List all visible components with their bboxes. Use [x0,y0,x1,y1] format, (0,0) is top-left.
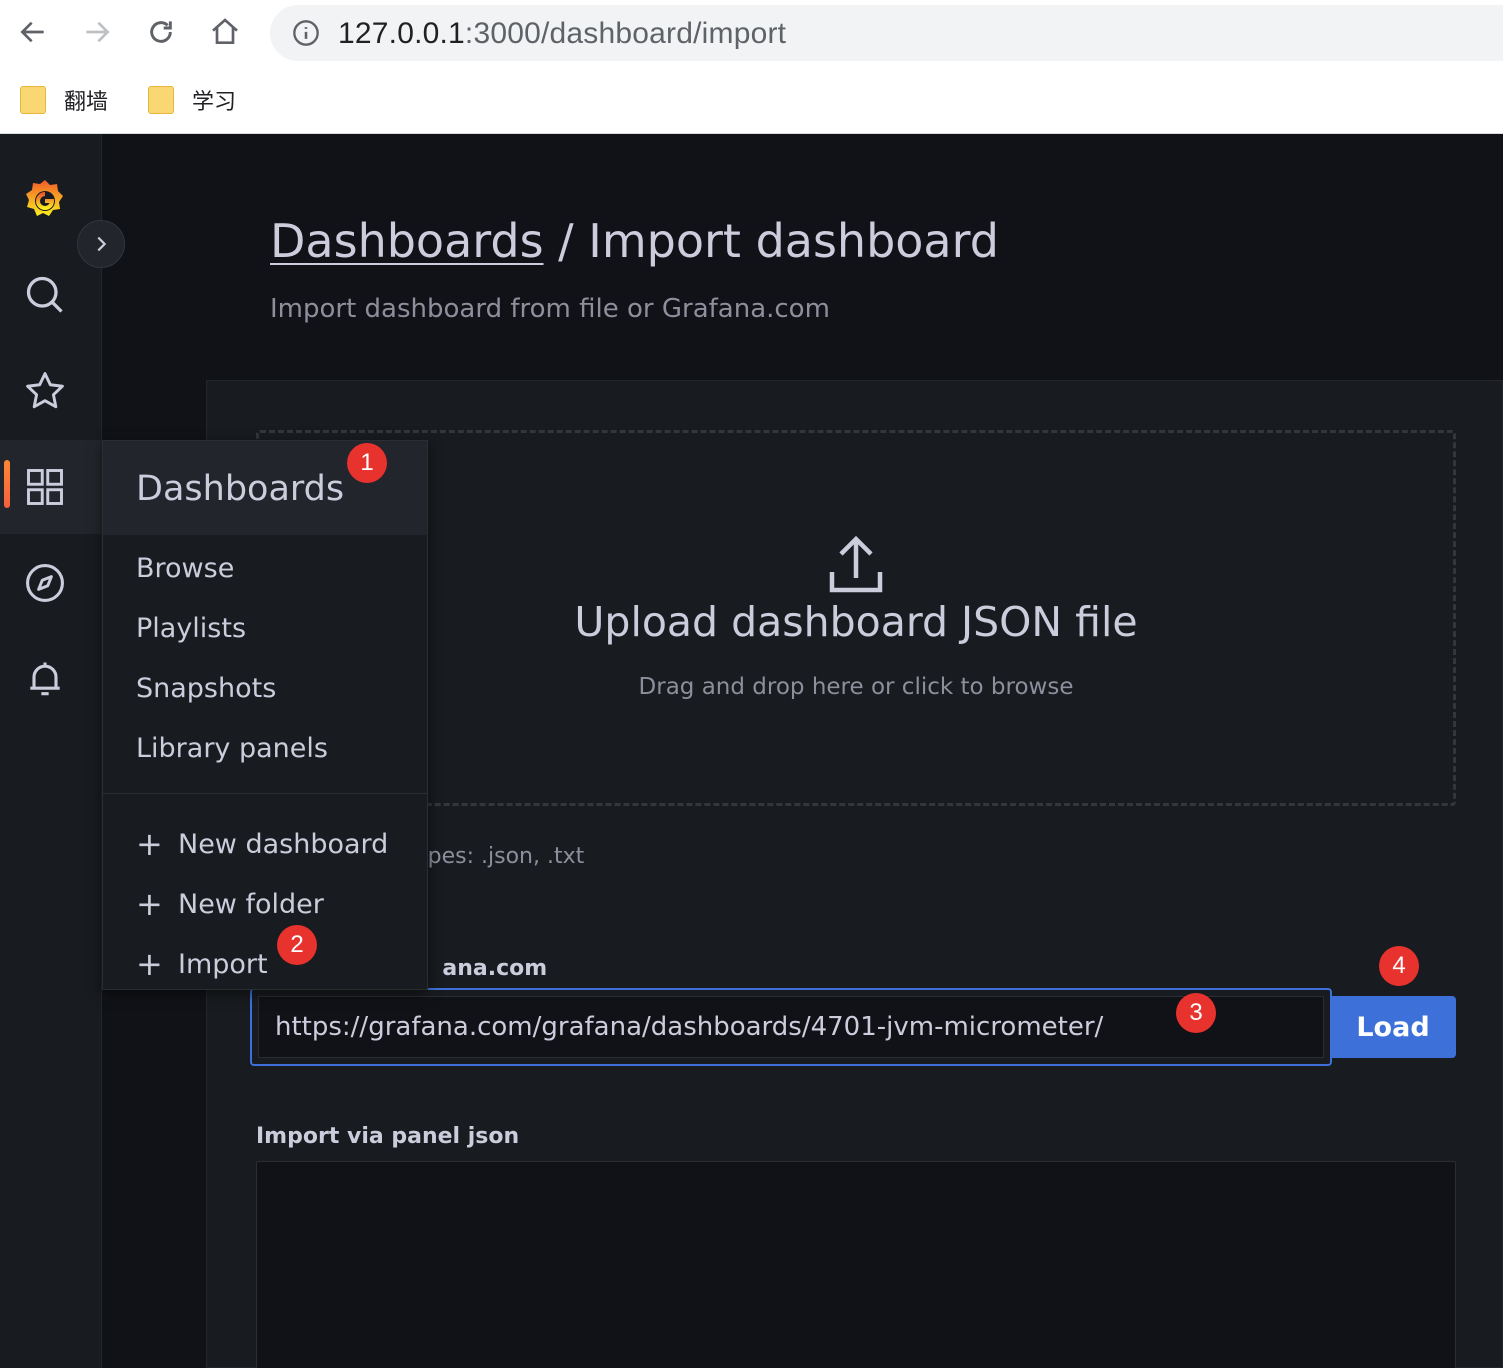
page-subtitle: Import dashboard from file or Grafana.co… [270,294,830,324]
grafana-com-url-input[interactable] [258,996,1324,1058]
panel-json-textarea[interactable] [256,1161,1456,1368]
browser-toolbar: 127.0.0.1:3000/dashboard/import [0,0,1503,66]
step-badge-3: 3 [1176,993,1216,1033]
star-icon [26,372,64,409]
step-badge-1: 1 [347,443,387,483]
bookmark-label: 翻墙 [64,90,109,115]
bookmark-label: 学习 [192,90,237,115]
breadcrumb-separator: / [543,214,589,268]
alerting-nav[interactable] [0,649,90,709]
home-button[interactable] [205,12,245,52]
compass-icon [26,564,64,602]
upload-title: Upload dashboard JSON file [574,598,1138,646]
dashboards-menu: Dashboards Browse Playlists Snapshots Li… [102,440,428,990]
menu-item-new-dashboard[interactable]: + New dashboard [136,825,388,863]
menu-item-label: Import [178,949,268,980]
back-button[interactable] [13,12,53,52]
url-host: 127.0.0.1 [338,17,465,50]
menu-divider [103,793,427,794]
menu-item-label: New dashboard [178,829,389,860]
plus-icon: + [136,885,163,923]
forward-button[interactable] [77,12,117,52]
menu-item-playlists[interactable]: Playlists [136,613,246,644]
forward-arrow-icon [86,21,110,43]
bookmark-xuexi[interactable]: 学习 [148,84,236,116]
reload-button[interactable] [141,12,181,52]
panel-json-label: Import via panel json [256,1124,520,1149]
bell-icon [30,662,60,696]
folder-icon [148,86,174,114]
address-bar[interactable]: 127.0.0.1:3000/dashboard/import [270,5,1503,61]
grafana-logo[interactable] [0,170,90,230]
menu-item-browse[interactable]: Browse [136,553,234,584]
plus-icon: + [136,825,163,863]
back-arrow-icon [20,21,44,43]
menu-item-library-panels[interactable]: Library panels [136,733,328,764]
info-icon[interactable] [292,19,320,47]
page-title: Dashboards / Import dashboard [270,214,999,268]
breadcrumb-dashboards[interactable]: Dashboards [270,214,544,268]
side-nav [0,134,102,1368]
menu-item-snapshots[interactable]: Snapshots [136,673,276,704]
menu-item-import[interactable]: + Import [136,945,268,983]
url-text: 127.0.0.1:3000/dashboard/import [338,17,786,51]
expand-nav-button[interactable] [77,220,125,268]
home-icon [212,18,238,44]
menu-item-new-folder[interactable]: + New folder [136,885,324,923]
grafana-com-input-focus-ring [250,988,1332,1066]
chevron-right-icon [97,236,107,252]
load-button[interactable]: Load [1330,996,1456,1058]
step-badge-2: 2 [277,925,317,965]
step-badge-4: 4 [1379,946,1419,986]
grafana-logo-icon [26,180,63,216]
grafana-app: Dashboards / Import dashboard Import das… [0,134,1503,1368]
bookmark-fanqiang[interactable]: 翻墙 [20,84,108,116]
upload-subtitle: Drag and drop here or click to browse [638,674,1074,700]
starred-nav[interactable] [0,361,90,421]
folder-icon [20,86,46,114]
menu-header-label: Dashboards [136,469,345,509]
menu-item-label: New folder [178,889,324,920]
page-title-text: Import dashboard [588,214,999,268]
explore-nav[interactable] [0,553,90,613]
plus-icon: + [136,945,163,983]
bookmarks-bar: 翻墙 学习 [0,66,1503,134]
reload-icon [150,21,172,43]
dashboards-nav[interactable] [0,457,90,517]
upload-icon [829,535,883,593]
url-path: :3000/dashboard/import [464,17,787,50]
apps-grid-icon [27,469,63,505]
search-nav[interactable] [0,265,90,325]
search-icon [26,276,63,313]
